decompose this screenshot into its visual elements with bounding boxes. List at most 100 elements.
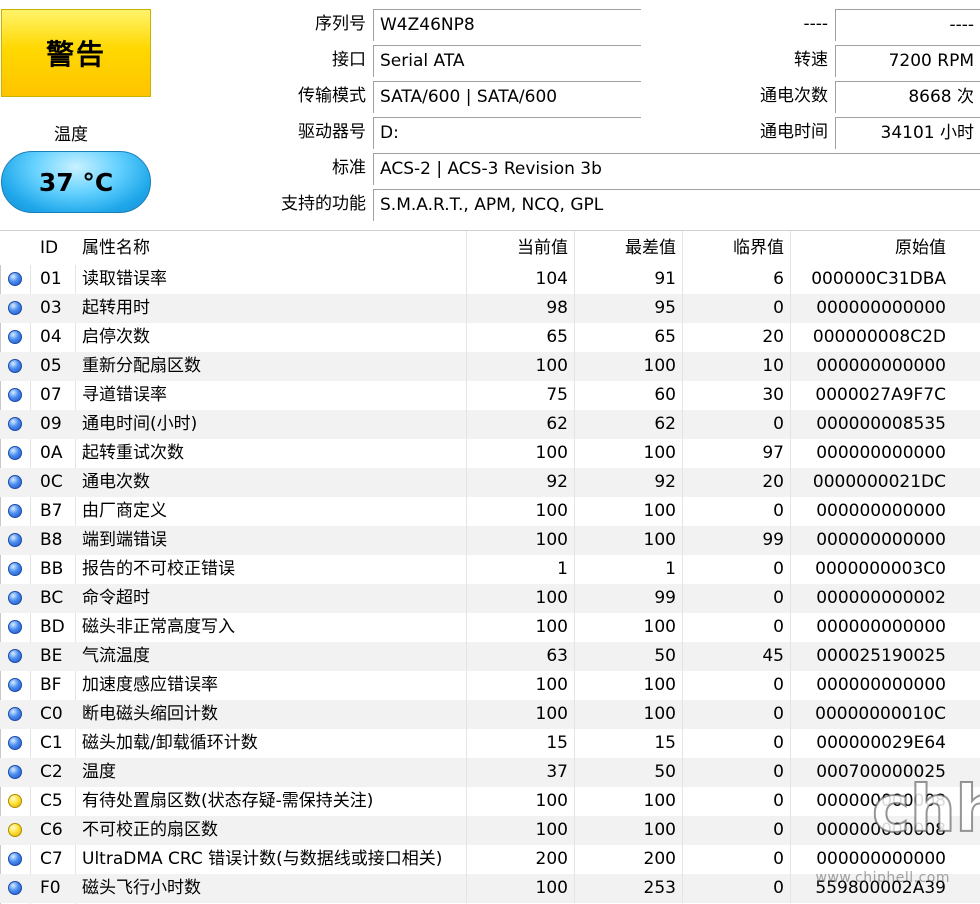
table-row[interactable]: 01 读取错误率 104 91 6 000000C31DBA <box>0 265 980 294</box>
attribute-id: 03 <box>40 298 62 318</box>
power-on-count-value: 8668 次 <box>835 81 980 113</box>
attribute-id: 01 <box>40 269 62 289</box>
attribute-threshold: 0 <box>682 294 790 323</box>
column-header-raw[interactable]: 原始值 <box>790 231 946 265</box>
status-dot-icon <box>8 446 22 460</box>
attribute-name: 报告的不可校正错误 <box>82 559 235 579</box>
table-row[interactable]: 07 寻道错误率 75 60 30 0000027A9F7C <box>0 381 980 410</box>
status-dot-icon <box>8 852 22 866</box>
attribute-id: B8 <box>40 530 63 550</box>
attribute-threshold: 0 <box>682 787 790 816</box>
status-indicator-cell <box>0 874 30 903</box>
table-row[interactable]: 03 起转用时 98 95 0 000000000000 <box>0 294 980 323</box>
table-row[interactable]: 0A 起转重试次数 100 100 97 000000000000 <box>0 439 980 468</box>
status-dot-icon <box>8 475 22 489</box>
attribute-threshold: 0 <box>682 584 790 613</box>
interface-label: 接口 <box>332 50 366 70</box>
temperature-badge[interactable]: 37 °C <box>1 151 151 213</box>
attribute-threshold: 45 <box>682 642 790 671</box>
attribute-id: C5 <box>40 791 63 811</box>
attribute-current: 1 <box>466 555 574 584</box>
attribute-name: 断电磁头缩回计数 <box>82 704 218 724</box>
table-row[interactable]: 0C 通电次数 92 92 20 0000000021DC <box>0 468 980 497</box>
status-dot-icon <box>8 359 22 373</box>
health-status-badge[interactable]: 警告 <box>1 9 151 97</box>
attribute-name: UltraDMA CRC 错误计数(与数据线或接口相关) <box>82 849 443 869</box>
attribute-id: 05 <box>40 356 62 376</box>
status-dot-icon <box>8 620 22 634</box>
table-body: 01 读取错误率 104 91 6 000000C31DBA 03 起转用时 98 95 0 0000… <box>0 265 980 903</box>
status-indicator-cell <box>0 410 30 439</box>
smart-attributes-table[interactable]: ID 属性名称 当前值 最差值 临界值 原始值 01 读取错误率 104 91 6 000… <box>0 230 980 903</box>
power-on-hours-value: 34101 小时 <box>835 117 980 149</box>
table-row[interactable]: BB 报告的不可校正错误 1 1 0 0000000003C0 <box>0 555 980 584</box>
temperature-label: 温度 <box>54 125 88 145</box>
attribute-worst: 100 <box>574 671 682 700</box>
attribute-worst: 65 <box>574 323 682 352</box>
attribute-id: 07 <box>40 385 62 405</box>
table-row[interactable]: BC 命令超时 100 99 0 000000000002 <box>0 584 980 613</box>
column-header-current[interactable]: 当前值 <box>466 231 574 265</box>
table-row[interactable]: B8 端到端错误 100 100 99 000000000000 <box>0 526 980 555</box>
attribute-name: 启停次数 <box>82 327 150 347</box>
attribute-threshold: 10 <box>682 352 790 381</box>
table-row[interactable]: C1 磁头加载/卸载循环计数 15 15 0 000000029E64 <box>0 729 980 758</box>
table-row[interactable]: C2 温度 37 50 0 000700000025 <box>0 758 980 787</box>
transfer-mode-label: 传输模式 <box>298 86 366 106</box>
attribute-name: 加速度感应错误率 <box>82 675 218 695</box>
column-header-id[interactable]: ID <box>40 231 80 265</box>
status-dot-icon <box>8 417 22 431</box>
table-row[interactable]: 05 重新分配扇区数 100 100 10 000000000000 <box>0 352 980 381</box>
attribute-name: 磁头加载/卸载循环计数 <box>82 733 258 753</box>
column-header-status[interactable] <box>0 231 30 265</box>
attribute-threshold: 0 <box>682 613 790 642</box>
status-indicator-cell <box>0 642 30 671</box>
serial-number-value: W4Z46NP8 <box>373 9 641 41</box>
attribute-raw: 000000000000 <box>790 613 946 642</box>
status-dot-icon <box>8 736 22 750</box>
attribute-id: BE <box>40 646 63 666</box>
rotation-rate-label: 转速 <box>794 50 828 70</box>
table-row[interactable]: C5 有待处置扇区数(状态存疑-需保持关注) 100 100 0 000000000008 <box>0 787 980 816</box>
table-row[interactable]: 09 通电时间(小时) 62 62 0 000000008535 <box>0 410 980 439</box>
attribute-worst: 1 <box>574 555 682 584</box>
attribute-name: 温度 <box>82 762 116 782</box>
attribute-id: BF <box>40 675 62 695</box>
column-header-worst[interactable]: 最差值 <box>574 231 682 265</box>
attribute-current: 37 <box>466 758 574 787</box>
column-header-name[interactable]: 属性名称 <box>82 231 466 265</box>
attribute-name: 端到端错误 <box>82 530 167 550</box>
status-indicator-cell <box>0 323 30 352</box>
attribute-threshold: 99 <box>682 526 790 555</box>
table-row[interactable]: BD 磁头非正常高度写入 100 100 0 000000000000 <box>0 613 980 642</box>
attribute-threshold: 0 <box>682 758 790 787</box>
table-row[interactable]: C0 断电磁头缩回计数 100 100 0 00000000010C <box>0 700 980 729</box>
status-indicator-cell <box>0 294 30 323</box>
status-indicator-cell <box>0 758 30 787</box>
attribute-raw: 000000008535 <box>790 410 946 439</box>
firmware-label: ---- <box>803 14 828 34</box>
table-row[interactable]: 04 启停次数 65 65 20 000000008C2D <box>0 323 980 352</box>
status-dot-icon <box>8 649 22 663</box>
attribute-name: 磁头非正常高度写入 <box>82 617 235 637</box>
status-dot-icon <box>8 504 22 518</box>
table-row[interactable]: C6 不可校正的扇区数 100 100 0 000000000008 <box>0 816 980 845</box>
attribute-raw: 0000000003C0 <box>790 555 946 584</box>
attribute-raw: 000000000000 <box>790 439 946 468</box>
attribute-current: 100 <box>466 700 574 729</box>
attribute-name: 气流温度 <box>82 646 150 666</box>
attribute-worst: 60 <box>574 381 682 410</box>
table-row[interactable]: B7 由厂商定义 100 100 0 000000000000 <box>0 497 980 526</box>
attribute-raw: 000000C31DBA <box>790 265 946 294</box>
status-dot-icon <box>8 533 22 547</box>
attribute-threshold: 0 <box>682 874 790 903</box>
attribute-worst: 95 <box>574 294 682 323</box>
table-row[interactable]: BF 加速度感应错误率 100 100 0 000000000000 <box>0 671 980 700</box>
column-header-threshold[interactable]: 临界值 <box>682 231 790 265</box>
table-row[interactable]: BE 气流温度 63 50 45 000025190025 <box>0 642 980 671</box>
attribute-id: F0 <box>40 878 61 898</box>
attribute-id: C6 <box>40 820 63 840</box>
attribute-current: 100 <box>466 584 574 613</box>
attribute-worst: 100 <box>574 439 682 468</box>
attribute-worst: 200 <box>574 845 682 874</box>
